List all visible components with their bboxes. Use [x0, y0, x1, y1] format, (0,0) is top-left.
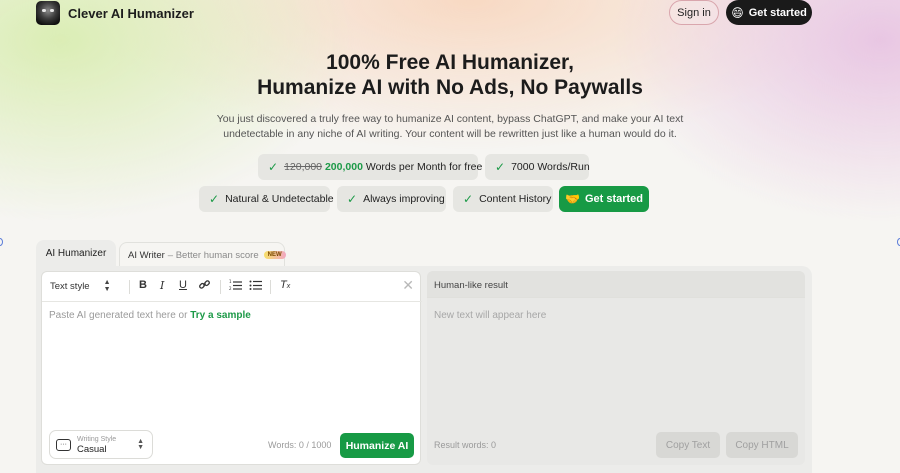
bold-icon[interactable]: B [139, 279, 147, 291]
top-navbar: Clever AI Humanizer Sign in 😄 Get starte… [0, 0, 900, 26]
hero-title-line2: Humanize AI with No Ads, No Paywalls [257, 76, 643, 99]
feature-label: 7000 Words/Run [511, 161, 590, 173]
feature-words-per-month: ✓ 120,000 200,000 Words per Month for fr… [258, 154, 482, 180]
chevron-updown-icon: ▲ ▼ [103, 279, 111, 293]
toolbar-divider [220, 280, 221, 294]
check-icon: ✓ [463, 192, 474, 206]
sign-in-button[interactable]: Sign in [669, 0, 719, 25]
header-get-started-label: Get started [748, 6, 807, 19]
svg-text:1: 1 [229, 279, 232, 284]
text-style-label: Text style [50, 280, 90, 292]
brand-name: Clever AI Humanizer [68, 5, 194, 21]
old-limit: 120,000 [284, 161, 323, 173]
result-word-count: Result words: 0 [434, 440, 497, 450]
toolbar-divider [129, 280, 130, 294]
new-limit: 200,000 [324, 161, 363, 173]
placeholder-text: Paste AI generated text here or [49, 310, 188, 321]
feature-history: ✓ Content History [453, 186, 553, 212]
chat-icon: ··· [56, 438, 71, 451]
tab-ai-writer-label: AI Writer [128, 249, 165, 261]
writing-style-select[interactable]: ··· Writing Style Casual ▲ ▼ [49, 430, 153, 459]
emoji-icon: 😄 [731, 5, 744, 20]
edge-dot-left [0, 238, 3, 246]
clear-format-icon[interactable]: Tx [280, 279, 290, 291]
chevron-updown-icon: ▲ ▼ [137, 437, 144, 451]
editor-toolbar: Text style ▲ ▼ B I U 12 Tx ✕ [42, 272, 422, 302]
svg-text:2: 2 [229, 286, 232, 291]
writing-style-value: Casual [77, 443, 107, 455]
editor-footer: ··· Writing Style Casual ▲ ▼ Words: 0 / 1… [42, 427, 422, 465]
word-count: Words: 0 / 1000 [268, 440, 332, 450]
words-suffix: Words per Month for free [365, 161, 483, 173]
feature-improving: ✓ Always improving [337, 186, 446, 212]
hero-get-started-label: Get started [584, 193, 644, 205]
tab-ai-writer[interactable]: AI Writer – Better human score NEW [119, 242, 286, 267]
hero-title-line1: 100% Free AI Humanizer, [326, 51, 574, 74]
brand-link[interactable]: Clever AI Humanizer [36, 1, 194, 25]
copy-html-button[interactable]: Copy HTML [726, 432, 798, 458]
tab-ai-writer-sub: – Better human score [167, 249, 259, 261]
header-get-started-button[interactable]: 😄 Get started [726, 0, 812, 25]
writing-style-label: Writing Style [77, 435, 117, 443]
result-header: Human-like result [427, 271, 805, 298]
tab-ai-humanizer[interactable]: AI Humanizer [36, 240, 116, 267]
input-editor[interactable]: Text style ▲ ▼ B I U 12 Tx ✕ Paste AI gen… [41, 271, 422, 465]
new-badge: NEW [263, 251, 286, 259]
link-icon[interactable] [198, 278, 211, 294]
hero-description: You just discovered a truly free way to … [216, 113, 684, 140]
hero-title: 100% Free AI Humanizer, Humanize AI with… [0, 50, 900, 100]
editor-placeholder[interactable]: Paste AI generated text here or Try a sa… [49, 310, 251, 321]
bullet-list-icon[interactable] [249, 279, 262, 294]
ordered-list-icon[interactable]: 12 [229, 279, 242, 294]
feature-words-per-run: ✓ 7000 Words/Run [485, 154, 590, 180]
humanize-button[interactable]: Humanize AI [340, 433, 414, 458]
check-icon: ✓ [209, 192, 220, 206]
hero-get-started-button[interactable]: 🤝 Get started [559, 186, 649, 212]
result-panel: Human-like result New text will appear h… [427, 271, 805, 465]
italic-icon[interactable]: I [160, 279, 164, 292]
check-icon: ✓ [347, 192, 358, 206]
close-icon[interactable]: ✕ [402, 277, 414, 294]
copy-text-button[interactable]: Copy Text [656, 432, 720, 458]
underline-icon[interactable]: U [179, 279, 187, 291]
try-sample-link[interactable]: Try a sample [190, 310, 251, 321]
app-logo [36, 1, 60, 25]
feature-natural: ✓ Natural & Undetectable [199, 186, 334, 212]
text-style-select[interactable]: Text style ▲ ▼ [50, 279, 111, 293]
check-icon: ✓ [268, 160, 279, 174]
toolbar-divider [270, 280, 271, 294]
feature-label: Natural & Undetectable [225, 193, 334, 205]
feature-label: Always improving [363, 193, 445, 205]
feature-label: Content History [479, 193, 552, 205]
emoji-icon: 🤝 [564, 192, 580, 206]
result-placeholder: New text will appear here [434, 310, 547, 321]
check-icon: ✓ [495, 160, 506, 174]
